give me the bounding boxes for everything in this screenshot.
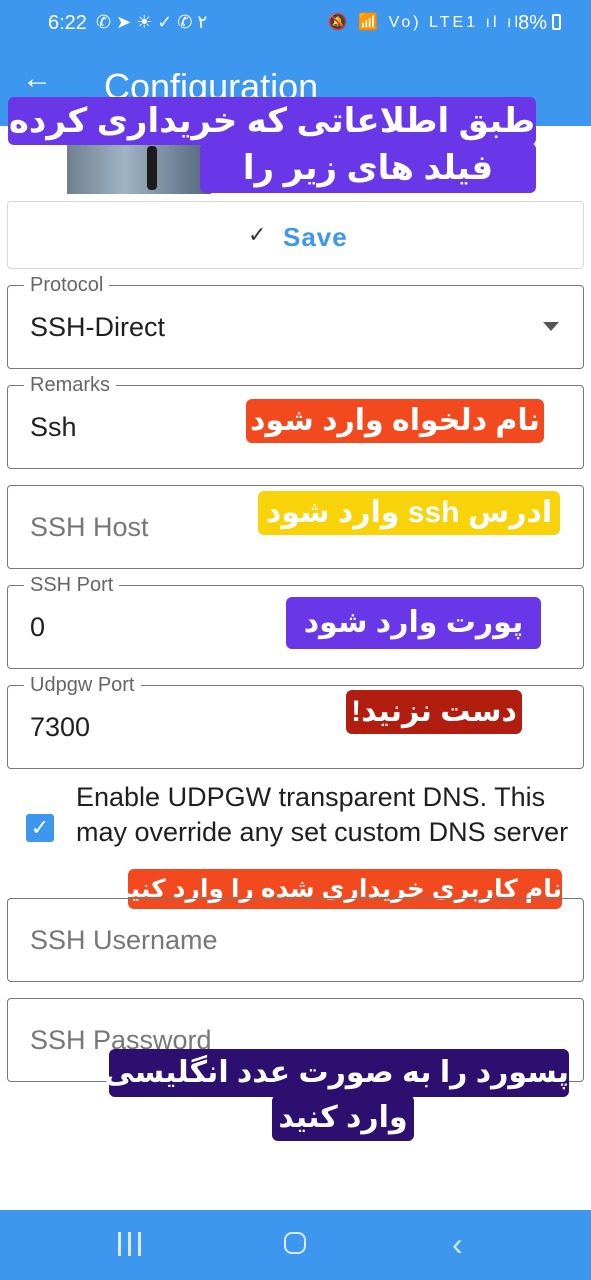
instruction-banner: طبق اطلاعاتی که خریداری کرده اید فیلد ها… <box>8 97 536 237</box>
banner-line-1: طبق اطلاعاتی که خریداری کرده اید <box>8 97 536 188</box>
password-note-line-1: پسورد را به صورت عدد انگلیسی <box>104 1049 569 1097</box>
udpgw-port-label: Udpgw Port <box>24 673 141 697</box>
check-icon: ✓ <box>248 222 267 247</box>
home-icon[interactable] <box>284 1232 306 1254</box>
notification-icons: ✆ ➤ ☀ ✓ ✆ ٢ <box>96 12 208 32</box>
system-nav-bar: ‹ <box>0 1210 591 1280</box>
host-note: ادرس ssh وارد شود <box>258 491 560 535</box>
video-thumbnail <box>67 142 211 194</box>
udpgw-dns-text: Enable UDPGW transparent DNS. This may o… <box>76 782 569 847</box>
battery-level: 8% <box>518 12 547 34</box>
save-button[interactable]: ✓ Save <box>7 201 584 269</box>
ssh-host-placeholder[interactable]: SSH Host <box>30 512 149 543</box>
dropdown-arrow-icon[interactable] <box>543 322 559 331</box>
ssh-username-field[interactable]: SSH Username <box>7 898 584 982</box>
udpgw-dns-option[interactable]: ✓ Enable UDPGW transparent DNS. This may… <box>24 780 584 880</box>
status-time: 6:22 <box>48 12 87 34</box>
protocol-dropdown[interactable]: Protocol SSH-Direct <box>7 273 584 369</box>
remarks-value[interactable]: Ssh <box>30 412 77 443</box>
banner-line-2: فیلد های زیر را پرکنید. <box>200 143 536 237</box>
remarks-label: Remarks <box>24 373 117 397</box>
protocol-value: SSH-Direct <box>30 312 166 342</box>
udpgw-dns-checkbox[interactable]: ✓ <box>26 814 54 842</box>
ssh-port-value[interactable]: 0 <box>30 612 45 643</box>
port-note: پورت وارد شود <box>286 597 541 649</box>
password-note-line-2: وارد کنید <box>272 1095 414 1141</box>
ssh-port-label: SSH Port <box>24 573 120 597</box>
recent-apps-icon[interactable] <box>118 1232 144 1256</box>
ssh-username-placeholder[interactable]: SSH Username <box>30 925 218 956</box>
back-arrow-icon[interactable]: ← <box>22 62 52 96</box>
udpgw-port-value[interactable]: 7300 <box>30 712 90 743</box>
status-bar: 6:22 ✆ ➤ ☀ ✓ ✆ ٢ 🔕 📶 Vo) LTE1 ıl ıl 8% <box>0 0 591 48</box>
udpgw-note: دست نزنید! <box>346 690 522 734</box>
remarks-note: نام دلخواه وارد شود <box>246 399 544 443</box>
back-icon[interactable]: ‹ <box>452 1226 463 1263</box>
protocol-label: Protocol <box>24 273 110 297</box>
battery-icon <box>552 14 561 30</box>
save-label: Save <box>283 222 348 252</box>
signal-icons: 🔕 📶 Vo) LTE1 ıl ıl <box>327 14 521 31</box>
